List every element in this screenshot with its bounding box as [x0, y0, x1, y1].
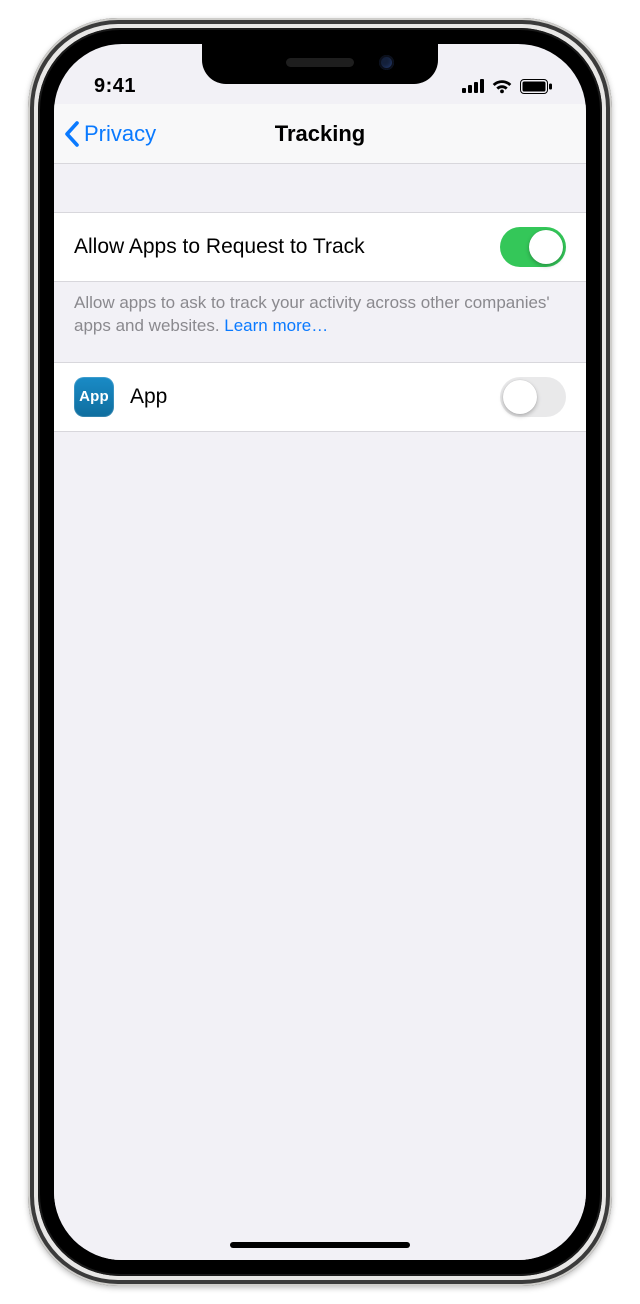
app-row: App App [54, 362, 586, 432]
content: Allow Apps to Request to Track Allow app… [54, 164, 586, 1260]
toggle-knob [529, 230, 563, 264]
speaker-grille [286, 58, 354, 67]
status-indicators [462, 78, 552, 94]
notch [202, 44, 438, 84]
battery-icon [520, 79, 552, 94]
front-camera [379, 55, 394, 70]
allow-tracking-cell: Allow Apps to Request to Track [54, 212, 586, 282]
device-frame: 9:41 [28, 18, 612, 1286]
status-time: 9:41 [94, 75, 136, 98]
allow-tracking-footer: Allow apps to ask to track your activity… [54, 282, 586, 362]
section-spacer [54, 164, 586, 212]
toggle-knob [503, 380, 537, 414]
app-tracking-toggle[interactable] [500, 377, 566, 417]
chevron-left-icon [64, 121, 80, 147]
home-indicator[interactable] [230, 1242, 410, 1248]
cellular-icon [462, 79, 484, 93]
wifi-icon [491, 78, 513, 94]
allow-tracking-toggle[interactable] [500, 227, 566, 267]
page-title: Tracking [275, 121, 365, 147]
back-button[interactable]: Privacy [64, 104, 156, 163]
back-label: Privacy [84, 121, 156, 147]
screen: 9:41 [54, 44, 586, 1260]
nav-bar: Privacy Tracking [54, 104, 586, 164]
app-icon: App [74, 377, 114, 417]
device-inner-frame: 9:41 [38, 28, 602, 1276]
learn-more-link[interactable]: Learn more… [224, 316, 328, 335]
allow-tracking-label: Allow Apps to Request to Track [74, 235, 484, 259]
app-name: App [130, 385, 484, 409]
